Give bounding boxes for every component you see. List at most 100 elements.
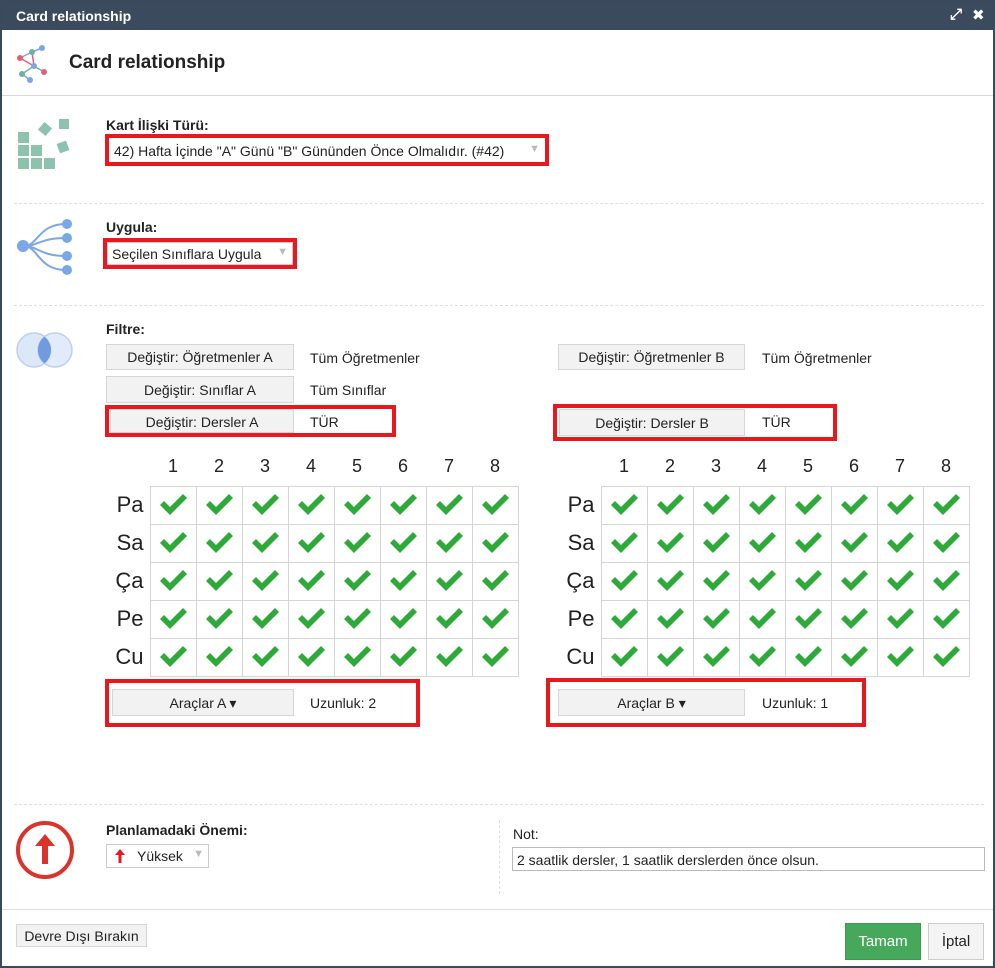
- period-header-a[interactable]: 6: [380, 448, 426, 486]
- ok-button[interactable]: Tamam: [845, 923, 921, 960]
- slot-cell-a[interactable]: [287, 599, 335, 639]
- slot-cell-a[interactable]: [287, 485, 335, 525]
- slot-cell-b[interactable]: [738, 637, 786, 677]
- slot-cell-a[interactable]: [149, 561, 197, 601]
- period-header-b[interactable]: 3: [693, 448, 739, 486]
- slot-cell-a[interactable]: [333, 561, 381, 601]
- slot-cell-a[interactable]: [379, 523, 427, 563]
- day-header-a[interactable]: Pa: [106, 486, 150, 524]
- slot-cell-a[interactable]: [149, 523, 197, 563]
- slot-cell-a[interactable]: [241, 637, 289, 677]
- slot-cell-a[interactable]: [333, 485, 381, 525]
- day-header-b[interactable]: Cu: [557, 638, 601, 676]
- slot-cell-b[interactable]: [922, 561, 970, 601]
- day-header-b[interactable]: Pe: [557, 600, 601, 638]
- slot-cell-a[interactable]: [379, 561, 427, 601]
- change-teachers-a-button[interactable]: Değiştir: Öğretmenler A: [106, 344, 294, 370]
- period-header-a[interactable]: 7: [426, 448, 472, 486]
- slot-cell-b[interactable]: [738, 599, 786, 639]
- slot-cell-b[interactable]: [784, 637, 832, 677]
- slot-cell-a[interactable]: [287, 637, 335, 677]
- slot-cell-b[interactable]: [830, 485, 878, 525]
- slot-cell-b[interactable]: [646, 599, 694, 639]
- importance-select[interactable]: Yüksek ▼: [106, 844, 209, 868]
- day-header-a[interactable]: Sa: [106, 524, 150, 562]
- slot-cell-b[interactable]: [738, 523, 786, 563]
- period-header-b[interactable]: 2: [647, 448, 693, 486]
- slot-cell-b[interactable]: [922, 485, 970, 525]
- slot-cell-b[interactable]: [876, 485, 924, 525]
- day-header-b[interactable]: Pa: [557, 486, 601, 524]
- slot-cell-a[interactable]: [333, 523, 381, 563]
- slot-cell-a[interactable]: [333, 599, 381, 639]
- maximize-icon[interactable]: ⤢: [950, 6, 962, 23]
- slot-cell-b[interactable]: [922, 637, 970, 677]
- change-subjects-b-button[interactable]: Değiştir: Dersler B: [559, 409, 745, 436]
- slot-cell-a[interactable]: [425, 599, 473, 639]
- day-header-a[interactable]: Cu: [106, 638, 150, 676]
- day-header-b[interactable]: Sa: [557, 524, 601, 562]
- slot-cell-b[interactable]: [646, 561, 694, 601]
- slot-cell-a[interactable]: [149, 637, 197, 677]
- slot-cell-b[interactable]: [600, 599, 648, 639]
- slot-cell-a[interactable]: [379, 599, 427, 639]
- period-header-b[interactable]: 4: [739, 448, 785, 486]
- slot-cell-a[interactable]: [425, 485, 473, 525]
- day-header-a[interactable]: Ça: [106, 562, 150, 600]
- slot-cell-a[interactable]: [425, 523, 473, 563]
- disable-button[interactable]: Devre Dışı Bırakın: [16, 924, 147, 947]
- slot-cell-b[interactable]: [830, 561, 878, 601]
- slot-cell-a[interactable]: [471, 485, 519, 525]
- slot-cell-a[interactable]: [195, 523, 243, 563]
- slot-cell-a[interactable]: [471, 637, 519, 677]
- slot-cell-b[interactable]: [830, 599, 878, 639]
- slot-cell-a[interactable]: [287, 523, 335, 563]
- slot-cell-a[interactable]: [471, 561, 519, 601]
- slot-cell-b[interactable]: [876, 561, 924, 601]
- slot-cell-a[interactable]: [241, 523, 289, 563]
- slot-cell-a[interactable]: [195, 599, 243, 639]
- slot-cell-a[interactable]: [333, 637, 381, 677]
- period-header-a[interactable]: 5: [334, 448, 380, 486]
- slot-cell-b[interactable]: [692, 523, 740, 563]
- period-header-a[interactable]: 4: [288, 448, 334, 486]
- slot-cell-a[interactable]: [149, 485, 197, 525]
- slot-cell-b[interactable]: [646, 485, 694, 525]
- period-header-b[interactable]: 7: [877, 448, 923, 486]
- slot-cell-b[interactable]: [876, 637, 924, 677]
- close-icon[interactable]: ✖: [972, 6, 985, 24]
- slot-cell-b[interactable]: [600, 637, 648, 677]
- slot-cell-b[interactable]: [830, 523, 878, 563]
- period-header-b[interactable]: 8: [923, 448, 969, 486]
- note-input[interactable]: 2 saatlik dersler, 1 saatlik derslerden …: [512, 847, 985, 871]
- period-header-a[interactable]: 1: [150, 448, 196, 486]
- change-classes-a-button[interactable]: Değiştir: Sınıflar A: [106, 376, 294, 403]
- slot-cell-a[interactable]: [195, 637, 243, 677]
- slot-cell-a[interactable]: [149, 599, 197, 639]
- period-header-b[interactable]: 1: [601, 448, 647, 486]
- slot-cell-b[interactable]: [646, 637, 694, 677]
- slot-cell-b[interactable]: [876, 523, 924, 563]
- day-header-b[interactable]: Ça: [557, 562, 601, 600]
- cancel-button[interactable]: İptal: [928, 923, 984, 960]
- slot-cell-a[interactable]: [379, 637, 427, 677]
- slot-cell-a[interactable]: [195, 561, 243, 601]
- slot-cell-b[interactable]: [738, 561, 786, 601]
- slot-cell-a[interactable]: [241, 561, 289, 601]
- slot-cell-b[interactable]: [738, 485, 786, 525]
- tools-a-button[interactable]: Araçlar A ▾: [112, 689, 294, 716]
- slot-cell-a[interactable]: [425, 637, 473, 677]
- slot-cell-a[interactable]: [195, 485, 243, 525]
- relation-type-select[interactable]: 42) Hafta İçinde "A" Günü "B" Gününden Ö…: [109, 139, 545, 162]
- slot-cell-b[interactable]: [876, 599, 924, 639]
- slot-cell-b[interactable]: [784, 561, 832, 601]
- slot-cell-a[interactable]: [287, 561, 335, 601]
- slot-cell-b[interactable]: [922, 599, 970, 639]
- slot-cell-b[interactable]: [692, 637, 740, 677]
- slot-cell-a[interactable]: [241, 599, 289, 639]
- slot-cell-b[interactable]: [600, 523, 648, 563]
- slot-cell-b[interactable]: [922, 523, 970, 563]
- slot-cell-b[interactable]: [784, 523, 832, 563]
- slot-cell-a[interactable]: [471, 599, 519, 639]
- period-header-a[interactable]: 3: [242, 448, 288, 486]
